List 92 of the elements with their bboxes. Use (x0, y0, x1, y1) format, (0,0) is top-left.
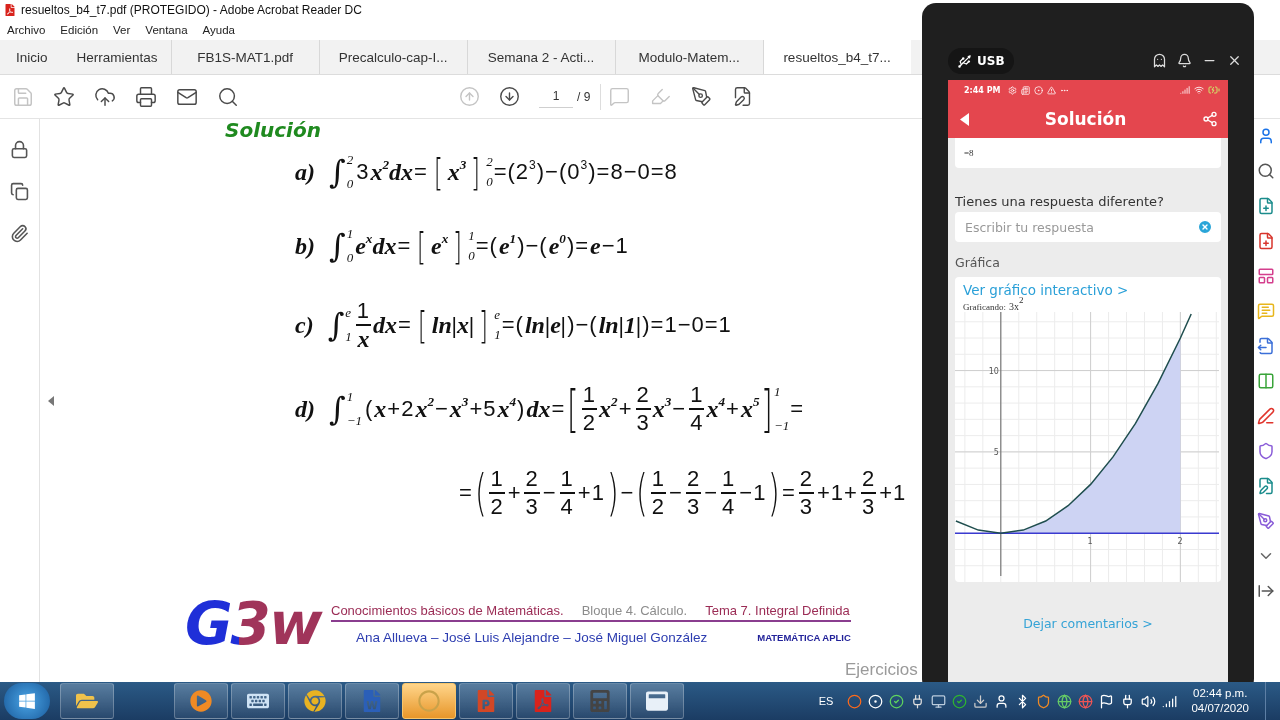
star-button[interactable] (53, 85, 75, 108)
globe-icon[interactable] (1057, 693, 1073, 709)
section-heading: Solución (225, 119, 322, 141)
dot-icon (1033, 85, 1043, 95)
signal-icon (1180, 85, 1190, 95)
graph-caption: Graficando: (963, 302, 1006, 313)
answer-field[interactable]: Escribir tu respuesta (955, 212, 1221, 242)
usb-icon (957, 53, 972, 69)
monitor-icon[interactable] (931, 693, 947, 709)
tab[interactable]: resueltos_b4_t7... (762, 40, 911, 74)
menu-item[interactable]: Edición (60, 24, 99, 36)
tab[interactable]: Precalculo-cap-I... (318, 40, 467, 74)
browser-icon (304, 690, 326, 712)
play-icon (190, 690, 212, 712)
gear-icon (1007, 85, 1017, 95)
close-icon[interactable] (1227, 53, 1242, 68)
signature-icon[interactable] (1257, 512, 1275, 530)
ring-icon (418, 690, 440, 712)
cloud-upload-button[interactable] (94, 85, 116, 108)
wifi-icon (1194, 85, 1204, 95)
battery-icon (1208, 84, 1220, 96)
paperclip-icon (10, 224, 29, 243)
printer-button[interactable] (135, 85, 157, 108)
p-slides-icon (475, 690, 497, 712)
language-indicator[interactable]: ES (818, 695, 834, 707)
answer-preview: =8 (955, 138, 1221, 168)
collapse-icon[interactable] (1257, 582, 1275, 600)
download-icon[interactable] (973, 693, 989, 709)
tick-label: 5 (993, 448, 999, 458)
menu-item[interactable]: Ayuda (202, 24, 235, 36)
ghost-icon[interactable] (1152, 53, 1167, 68)
check-icon[interactable] (952, 693, 968, 709)
tab[interactable]: Modulo-Matem... (614, 40, 763, 74)
clock[interactable]: 02:44 p.m. 04/07/2020 (1191, 686, 1249, 716)
question-text: Tienes una respuesta diferente? (955, 194, 1165, 209)
footer-text: Tema 7. Integral Definida (705, 603, 850, 618)
screen-title: Solución (1043, 109, 1128, 129)
section-title: Ejercicios (845, 660, 919, 680)
tick-label: 2 (1177, 537, 1183, 547)
menu-item[interactable]: Ventana (145, 24, 188, 36)
globe-icon[interactable] (1078, 693, 1094, 709)
bell-icon[interactable] (1177, 53, 1192, 68)
file-plus-icon[interactable] (1257, 197, 1275, 215)
pen-icon[interactable] (1257, 407, 1275, 425)
lock-icon (10, 140, 29, 159)
w-document-icon (361, 690, 383, 712)
warning-icon (1046, 85, 1056, 95)
user-icon[interactable] (1257, 127, 1275, 145)
calculator-icon (589, 690, 611, 712)
usb-button[interactable]: USB (948, 48, 1014, 74)
tab[interactable]: Semana 2 - Acti... (466, 40, 615, 74)
tick-label: 1 (1087, 537, 1093, 547)
columns-icon[interactable] (1257, 372, 1275, 390)
check-icon[interactable] (889, 693, 905, 709)
tab[interactable]: Inicio (0, 40, 61, 74)
pdf-file-icon (4, 4, 16, 16)
down-arrow-button[interactable] (499, 86, 520, 107)
user-icon[interactable] (994, 693, 1010, 709)
search-icon[interactable] (1257, 162, 1275, 180)
newspaper-icon (1020, 85, 1030, 95)
menu-item[interactable]: Archivo (7, 24, 46, 36)
section-title: Gráfica (955, 255, 1001, 270)
page-count: / 9 (577, 89, 591, 104)
layout-icon[interactable] (1257, 267, 1275, 285)
page-number-field[interactable]: 1 (539, 85, 573, 108)
start-button[interactable] (4, 683, 50, 719)
window-title: resueltos_b4_t7.pdf (PROTEGIDO) - Adobe Acrobat Reader DC (21, 3, 362, 17)
share-icon[interactable] (1202, 111, 1218, 127)
windows-logo-icon (18, 692, 36, 710)
series-text: MATEMÁTICA APLIC (757, 632, 851, 643)
file-plus-icon[interactable] (1257, 232, 1275, 250)
search-button[interactable] (217, 85, 239, 108)
copy-icon (10, 182, 29, 201)
window-icon (646, 690, 668, 712)
export-icon[interactable] (1257, 337, 1275, 355)
tab[interactable]: Herramientas (60, 40, 171, 74)
footer-text: Conocimientos básicos de Matemáticas. (331, 603, 564, 618)
shield-icon[interactable] (1257, 442, 1275, 460)
pen-button[interactable] (691, 86, 713, 107)
menu-item[interactable]: Ver (113, 24, 131, 36)
status-time: 2:44 PM (964, 85, 1001, 95)
shield-icon[interactable] (1036, 693, 1052, 709)
authors-text: Ana Allueva – José Luis Alejandre – José Miguel González (356, 630, 708, 645)
tick-label: 10 (988, 366, 999, 376)
back-button[interactable] (960, 112, 969, 126)
collapse-arrow-icon[interactable] (48, 395, 54, 406)
volume-icon[interactable] (1141, 693, 1157, 709)
target-icon[interactable] (868, 693, 884, 709)
flag-icon[interactable] (1099, 693, 1115, 709)
tab[interactable]: FB1S-MAT1.pdf (170, 40, 319, 74)
footer-text: Bloque 4. Cálculo. (581, 603, 688, 618)
signal-icon[interactable] (1162, 693, 1178, 709)
